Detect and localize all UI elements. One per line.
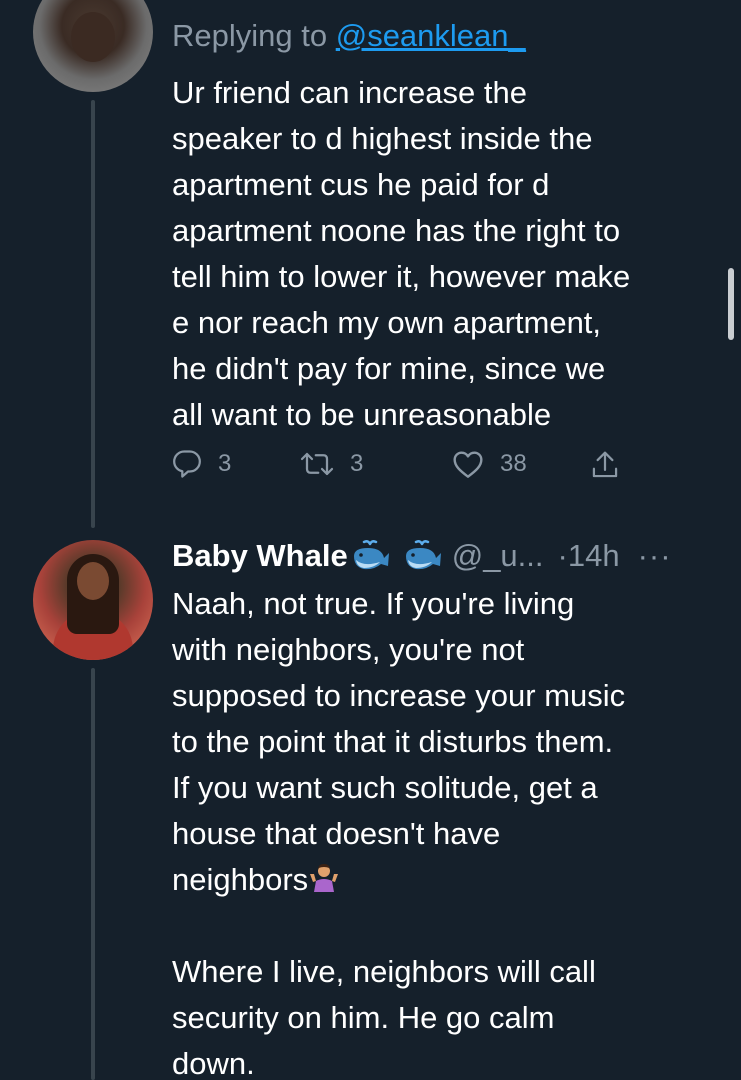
thread-connector-line xyxy=(91,100,95,528)
tweet-text-part: Where I live, neighbors will call securi… xyxy=(172,954,596,1080)
mention-link[interactable]: @seanklean_ xyxy=(336,18,526,53)
whale-emoji-icon xyxy=(353,540,389,570)
avatar[interactable] xyxy=(33,0,153,92)
tweet-text-part: Naah, not true. If you're living with ne… xyxy=(172,586,626,897)
more-options-button[interactable]: ··· xyxy=(638,538,672,574)
user-handle[interactable]: @_u... xyxy=(452,538,544,574)
thread-connector-line xyxy=(91,668,95,1080)
whale-emoji-icon xyxy=(405,540,441,570)
tweet-header: Baby Whale @_u... ·14h ··· xyxy=(172,534,717,578)
display-name[interactable]: Baby Whale xyxy=(172,538,348,574)
avatar-face xyxy=(77,562,109,600)
avatar-figure xyxy=(71,12,115,62)
tweet-actions: 3 3 38 xyxy=(172,449,632,493)
reply-count: 3 xyxy=(218,450,232,477)
replying-to-label: Replying to @seanklean_ xyxy=(172,18,526,54)
reply-button[interactable]: 3 xyxy=(172,449,231,479)
tweet-timestamp[interactable]: ·14h xyxy=(558,538,620,574)
avatar-baby-whale[interactable] xyxy=(33,540,153,660)
like-icon xyxy=(453,451,483,478)
like-count: 38 xyxy=(500,450,527,477)
share-icon xyxy=(592,451,618,478)
retweet-icon xyxy=(300,452,334,476)
replying-to-prefix: Replying to xyxy=(172,18,336,53)
reply-icon xyxy=(173,450,201,478)
like-button[interactable]: 38 xyxy=(452,449,527,479)
tweet-text: Naah, not true. If you're living with ne… xyxy=(172,581,717,1080)
share-button[interactable] xyxy=(590,449,620,481)
scrollbar-thumb[interactable] xyxy=(728,268,734,340)
retweet-count: 3 xyxy=(350,450,364,477)
retweet-button[interactable]: 3 xyxy=(300,449,363,479)
tweet-text: Ur friend can increase the speaker to d … xyxy=(172,75,631,432)
shrug-emoji-icon xyxy=(310,864,339,892)
